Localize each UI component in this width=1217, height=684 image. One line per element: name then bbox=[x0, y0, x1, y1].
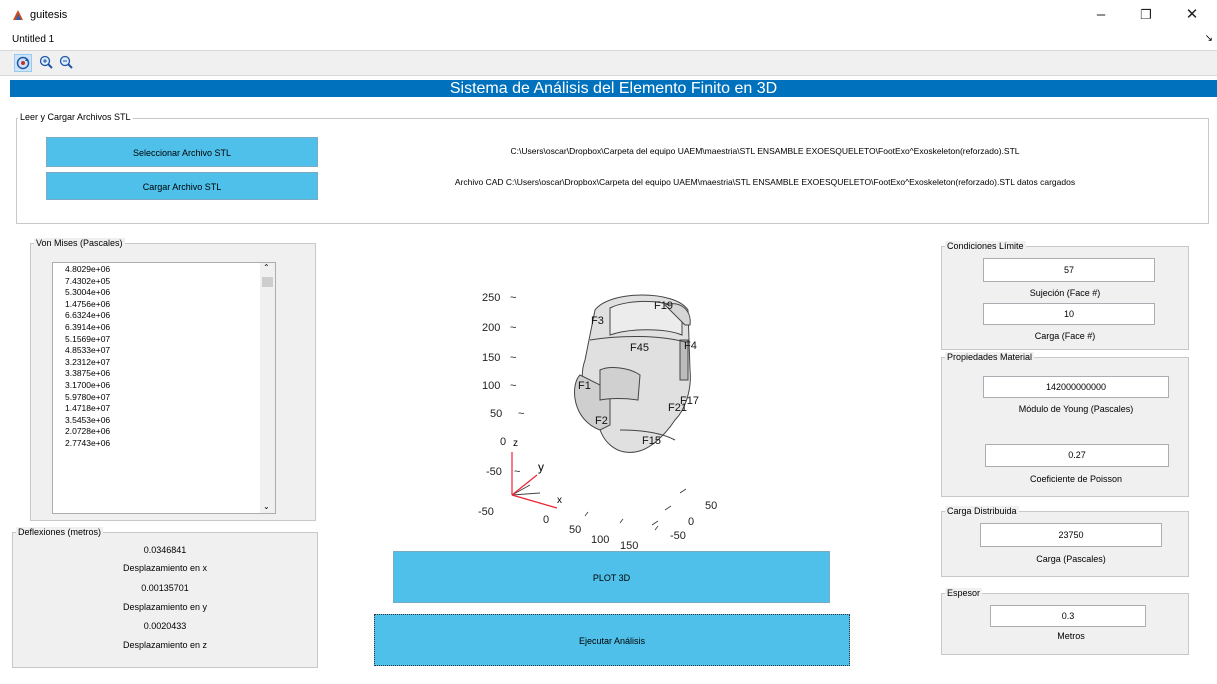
carga-distribuida-title: Carga Distribuida bbox=[945, 506, 1019, 516]
sujecion-label: Sujeción (Face #) bbox=[1029, 288, 1101, 298]
load-stl-button[interactable]: Cargar Archivo STL bbox=[46, 172, 318, 200]
y-axis-label: y bbox=[538, 460, 544, 474]
list-item[interactable]: 1.4718e+07 bbox=[53, 403, 261, 415]
list-item[interactable]: 3.5453e+06 bbox=[53, 415, 261, 427]
list-item[interactable]: 5.1569e+07 bbox=[53, 334, 261, 346]
run-analysis-button[interactable]: Ejecutar Análisis bbox=[374, 614, 850, 666]
deflexion-x-label: Desplazamiento en x bbox=[122, 563, 208, 573]
scroll-down-icon[interactable]: ⌄ bbox=[263, 502, 270, 511]
espesor-input[interactable]: 0.3 bbox=[990, 605, 1146, 627]
zoom-out-icon[interactable] bbox=[58, 54, 76, 72]
face-label: F1 bbox=[578, 380, 591, 392]
carga-distribuida-label: Carga (Pascales) bbox=[1036, 554, 1106, 564]
condiciones-title: Condiciones Límite bbox=[945, 241, 1026, 251]
file-loaded-text: Archivo CAD C:\Users\oscar\Dropbox\Carpe… bbox=[454, 177, 1076, 187]
list-item[interactable]: 7.4302e+05 bbox=[53, 276, 261, 288]
list-item[interactable]: 5.3004e+06 bbox=[53, 287, 261, 299]
sujecion-input[interactable]: 57 bbox=[983, 258, 1155, 282]
z-axis-label: z bbox=[513, 438, 518, 449]
von-mises-title: Von Mises (Pascales) bbox=[34, 238, 125, 248]
deflexion-z-value: 0.0020433 bbox=[143, 621, 187, 631]
window-title: guitesis bbox=[30, 9, 68, 21]
toolbar bbox=[0, 50, 1217, 76]
listbox-scrollbar[interactable]: ⌃ ⌄ bbox=[260, 263, 275, 513]
list-item[interactable]: 5.9780e+07 bbox=[53, 392, 261, 404]
minimize-button[interactable]: – bbox=[1086, 4, 1116, 26]
menu-bar: Untitled 1 ↘ bbox=[0, 30, 1217, 49]
poisson-input[interactable]: 0.27 bbox=[985, 444, 1169, 467]
young-modulus-label: Módulo de Young (Pascales) bbox=[1018, 404, 1134, 414]
face-label: F45 bbox=[630, 342, 649, 354]
file-panel bbox=[16, 118, 1209, 224]
menu-item-untitled[interactable]: Untitled 1 bbox=[12, 34, 54, 45]
young-modulus-input[interactable]: 142000000000 bbox=[983, 376, 1169, 398]
zoom-in-icon[interactable] bbox=[38, 54, 56, 72]
list-item[interactable]: 2.7743e+06 bbox=[53, 438, 261, 450]
deflexion-y-value: 0.00135701 bbox=[141, 583, 189, 593]
face-label: F15 bbox=[642, 435, 661, 447]
face-label: F2 bbox=[595, 415, 608, 427]
select-stl-button[interactable]: Seleccionar Archivo STL bbox=[46, 137, 318, 167]
x-axis-label: x bbox=[557, 495, 562, 506]
espesor-label: Metros bbox=[1057, 631, 1085, 641]
menu-overflow-icon[interactable]: ↘ bbox=[1205, 33, 1213, 44]
face-label: F19 bbox=[654, 300, 673, 312]
poisson-label: Coeficiente de Poisson bbox=[1029, 474, 1123, 484]
list-item[interactable]: 6.3914e+06 bbox=[53, 322, 261, 334]
matlab-logo-icon bbox=[13, 10, 23, 20]
plot-3d-button[interactable]: PLOT 3D bbox=[393, 551, 830, 603]
deflexion-y-label: Desplazamiento en y bbox=[122, 602, 208, 612]
carga-distribuida-input[interactable]: 23750 bbox=[980, 523, 1162, 547]
espesor-title: Espesor bbox=[945, 588, 983, 598]
restore-button[interactable]: ❐ bbox=[1131, 4, 1161, 26]
face-label: F3 bbox=[591, 315, 604, 327]
list-item[interactable]: 3.2312e+07 bbox=[53, 357, 261, 369]
title-bar: guitesis – ❐ ✕ bbox=[0, 0, 1217, 30]
scroll-thumb[interactable] bbox=[262, 277, 273, 287]
von-mises-listbox[interactable]: 4.8029e+06 7.4302e+05 5.3004e+06 1.4756e+06… bbox=[52, 262, 276, 514]
list-item[interactable]: 1.4756e+06 bbox=[53, 299, 261, 311]
carga-face-label: Carga (Face #) bbox=[1034, 331, 1096, 341]
file-path-text: C:\Users\oscar\Dropbox\Carpeta del equip… bbox=[510, 146, 1020, 156]
list-item[interactable]: 3.1700e+06 bbox=[53, 380, 261, 392]
carga-face-input[interactable]: 10 bbox=[983, 303, 1155, 325]
deflexion-x-value: 0.0346841 bbox=[143, 545, 187, 555]
file-panel-title: Leer y Cargar Archivos STL bbox=[18, 112, 133, 122]
list-item[interactable]: 3.3875e+06 bbox=[53, 368, 261, 380]
stl-model-render bbox=[511, 294, 691, 531]
material-title: Propiedades Material bbox=[945, 352, 1035, 362]
list-item[interactable]: 4.8029e+06 bbox=[53, 264, 261, 276]
face-label: F4 bbox=[684, 340, 697, 352]
app-banner-title: Sistema de Análisis del Elemento Finito … bbox=[10, 80, 1217, 97]
deflexiones-title: Deflexiones (metros) bbox=[16, 527, 104, 537]
rotate-3d-icon[interactable] bbox=[14, 54, 32, 72]
face-label: F21 bbox=[668, 402, 687, 414]
deflexion-z-label: Desplazamiento en z bbox=[122, 640, 208, 650]
plot-3d-axes[interactable]: 250 ~200 ~150 ~100 ~50 ~0 -50 ~ -50 0 50 100 150 50… bbox=[460, 280, 760, 555]
close-button[interactable]: ✕ bbox=[1177, 4, 1207, 26]
list-item[interactable]: 4.8533e+07 bbox=[53, 345, 261, 357]
list-item[interactable]: 6.6324e+06 bbox=[53, 310, 261, 322]
list-item[interactable]: 2.0728e+06 bbox=[53, 426, 261, 438]
scroll-up-icon[interactable]: ⌃ bbox=[263, 263, 270, 272]
